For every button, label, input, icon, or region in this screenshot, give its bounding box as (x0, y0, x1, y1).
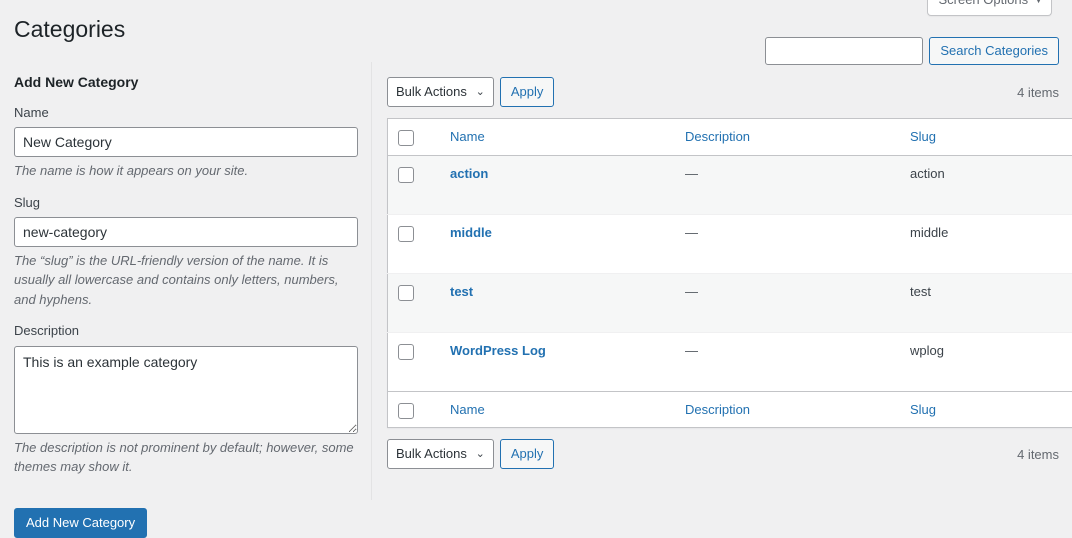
caret-down-icon: ▼ (1034, 0, 1043, 5)
sort-description-link-top[interactable]: Description (685, 129, 750, 144)
row-select-cell (388, 273, 441, 332)
table-row: action — action 0 (388, 155, 1072, 214)
row-description-cell: — (675, 273, 900, 332)
field-slug: Slug The “slug” is the URL-friendly vers… (14, 194, 357, 310)
select-all-checkbox-top[interactable] (398, 130, 414, 146)
column-footer-name: Name (440, 391, 675, 428)
table-header-row: Name Description Slug Count (388, 119, 1072, 156)
screen-options-tab[interactable]: Screen Options ▼ (927, 0, 1052, 16)
row-description: — (685, 284, 698, 299)
page-title: Categories (14, 6, 125, 49)
column-header-name: Name (440, 119, 675, 156)
bulk-actions-label: Bulk Actions (396, 446, 467, 461)
table-body: action — action 0 middle — (388, 155, 1072, 391)
row-checkbox[interactable] (398, 226, 414, 242)
description-textarea[interactable]: This is an example category (14, 346, 358, 434)
name-label: Name (14, 104, 357, 122)
apply-button-bottom[interactable]: Apply (500, 439, 555, 469)
bulk-actions-select-top[interactable]: Bulk Actions ⌄ (387, 77, 494, 107)
sort-name-link-bottom[interactable]: Name (450, 402, 485, 417)
row-description: — (685, 225, 698, 240)
categories-table: Name Description Slug Count action (387, 118, 1072, 428)
table-row: WordPress Log — wplog 0 (388, 332, 1072, 391)
column-footer-slug: Slug (900, 391, 1070, 428)
row-name-cell: test (440, 273, 675, 332)
row-slug-cell: middle (900, 214, 1070, 273)
apply-button-top[interactable]: Apply (500, 77, 555, 107)
row-checkbox[interactable] (398, 167, 414, 183)
tablenav-bottom: Bulk Actions ⌄ Apply 4 items (387, 438, 1059, 470)
column-footer-description: Description (675, 391, 900, 428)
select-all-footer (388, 391, 441, 428)
category-link[interactable]: middle (450, 225, 492, 240)
search-categories-button[interactable]: Search Categories (929, 37, 1059, 65)
row-slug-cell: action (900, 155, 1070, 214)
row-name-cell: WordPress Log (440, 332, 675, 391)
column-header-description: Description (675, 119, 900, 156)
bulk-actions-label: Bulk Actions (396, 84, 467, 99)
screen-options-label: Screen Options (938, 0, 1028, 7)
sort-name-link-top[interactable]: Name (450, 129, 485, 144)
slug-label: Slug (14, 194, 357, 212)
row-name-cell: action (440, 155, 675, 214)
tablenav-top: Bulk Actions ⌄ Apply 4 items (387, 76, 1059, 108)
field-name: Name The name is how it appears on your … (14, 104, 357, 181)
row-select-cell (388, 155, 441, 214)
table-row: test — test 0 (388, 273, 1072, 332)
table-row: middle — middle 0 (388, 214, 1072, 273)
row-select-cell (388, 214, 441, 273)
column-header-slug: Slug (900, 119, 1070, 156)
search-box: Search Categories (765, 37, 1059, 65)
row-checkbox[interactable] (398, 344, 414, 360)
table-footer-row: Name Description Slug Count (388, 391, 1072, 428)
search-input[interactable] (765, 37, 923, 65)
items-count-bottom: 4 items (1017, 447, 1059, 462)
row-name-cell: middle (440, 214, 675, 273)
sort-slug-link-bottom[interactable]: Slug (910, 402, 936, 417)
field-description: Description This is an example category … (14, 322, 357, 476)
select-all-checkbox-bottom[interactable] (398, 403, 414, 419)
select-all-header (388, 119, 441, 156)
category-link[interactable]: test (450, 284, 473, 299)
row-description-cell: — (675, 155, 900, 214)
row-description-cell: — (675, 214, 900, 273)
bulk-actions-select-bottom[interactable]: Bulk Actions ⌄ (387, 439, 494, 469)
row-checkbox[interactable] (398, 285, 414, 301)
row-description: — (685, 166, 698, 181)
categories-list-panel: Bulk Actions ⌄ Apply 4 items Name Descrip… (387, 62, 1059, 470)
slug-help-text: The “slug” is the URL-friendly version o… (14, 251, 357, 310)
description-label: Description (14, 322, 357, 340)
slug-input[interactable] (14, 217, 358, 247)
chevron-down-icon: ⌄ (476, 78, 485, 106)
add-new-category-button[interactable]: Add New Category (14, 508, 147, 538)
name-input[interactable] (14, 127, 358, 157)
form-heading: Add New Category (14, 74, 357, 90)
items-count-top: 4 items (1017, 85, 1059, 100)
description-help-text: The description is not prominent by defa… (14, 438, 357, 477)
chevron-down-icon: ⌄ (476, 440, 485, 468)
sort-description-link-bottom[interactable]: Description (685, 402, 750, 417)
row-description: — (685, 343, 698, 358)
category-link[interactable]: WordPress Log (450, 343, 546, 358)
category-link[interactable]: action (450, 166, 488, 181)
add-new-category-form: Add New Category Name The name is how it… (0, 62, 372, 500)
sort-slug-link-top[interactable]: Slug (910, 129, 936, 144)
row-select-cell (388, 332, 441, 391)
row-description-cell: — (675, 332, 900, 391)
name-help-text: The name is how it appears on your site. (14, 161, 357, 181)
row-slug-cell: test (900, 273, 1070, 332)
row-slug-cell: wplog (900, 332, 1070, 391)
